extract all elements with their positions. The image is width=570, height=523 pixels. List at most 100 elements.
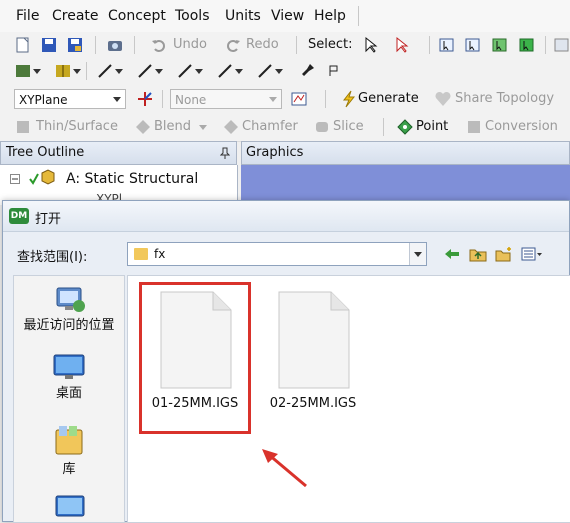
chevron-down-icon[interactable]: [198, 118, 208, 136]
chevron-down-icon[interactable]: [32, 62, 42, 80]
places-bar: 最近访问的位置 桌面 库: [13, 275, 125, 523]
chevron-down-icon[interactable]: [114, 62, 124, 80]
file-list: 01-25MM.IGS 02-25MM.IGS: [127, 275, 570, 523]
slice-button[interactable]: Slice: [333, 119, 364, 134]
slice-icon[interactable]: [313, 118, 331, 136]
tree-outline: A: Static Structural XYPl: [0, 165, 238, 206]
tree-root-item[interactable]: A: Static Structural: [66, 171, 198, 187]
up-folder-icon[interactable]: [469, 246, 487, 262]
share-topology-icon[interactable]: [434, 90, 452, 108]
dm-app-icon: DM: [9, 208, 29, 224]
conversion-button[interactable]: Conversion: [485, 119, 558, 134]
menu-tools[interactable]: Tools: [175, 8, 210, 24]
more-tools-icon[interactable]: [553, 36, 570, 54]
place-recent[interactable]: 最近访问的位置: [14, 282, 124, 334]
collapse-icon[interactable]: [10, 174, 20, 184]
recent-places-icon: [56, 287, 85, 312]
chevron-down-icon[interactable]: [72, 62, 82, 80]
standard-toolbar: Undo Redo Select:: [0, 32, 570, 59]
undo-icon[interactable]: [150, 36, 168, 54]
point-button[interactable]: Point: [416, 119, 448, 134]
line-tool-3-icon[interactable]: [216, 62, 234, 80]
file-item[interactable]: 01-25MM.IGS: [140, 290, 250, 411]
conversion-icon[interactable]: [465, 118, 483, 136]
chevron-down-icon[interactable]: [234, 62, 244, 80]
chamfer-icon[interactable]: [222, 118, 240, 136]
new-folder-icon[interactable]: [495, 246, 513, 262]
pin-icon[interactable]: [298, 62, 316, 80]
redo-button[interactable]: Redo: [246, 37, 279, 52]
back-arrow-icon[interactable]: [443, 246, 461, 262]
undo-button[interactable]: Undo: [173, 37, 207, 52]
place-recent-label: 最近访问的位置: [23, 318, 115, 333]
menu-file[interactable]: File: [16, 8, 39, 24]
new-sketch-icon[interactable]: [290, 90, 308, 108]
graphics-viewport[interactable]: [241, 165, 570, 205]
generic-file-icon: [160, 291, 232, 389]
line-tool-1-icon[interactable]: [136, 62, 154, 80]
computer-icon[interactable]: [52, 494, 88, 522]
chevron-down-icon: [414, 252, 422, 257]
point-flag-icon[interactable]: [324, 62, 342, 80]
place-desktop[interactable]: 桌面: [14, 352, 124, 402]
line-tool-x-icon[interactable]: [256, 62, 274, 80]
chevron-down-icon[interactable]: [154, 62, 164, 80]
select-body-icon[interactable]: [518, 36, 536, 54]
look-in-dropdown-button[interactable]: [409, 243, 426, 265]
thin-surface-icon[interactable]: [14, 118, 32, 136]
blend-icon[interactable]: [134, 118, 152, 136]
chevron-down-icon[interactable]: [274, 62, 284, 80]
pin-panel-icon[interactable]: [220, 147, 230, 159]
display-icon[interactable]: [54, 62, 72, 80]
line-tool-icon[interactable]: [96, 62, 114, 80]
point-icon[interactable]: [396, 118, 414, 136]
plane-select-value: XYPlane: [19, 93, 68, 107]
plane-select[interactable]: XYPlane: [14, 89, 126, 109]
menu-separator: [358, 6, 359, 26]
place-libraries[interactable]: 库: [14, 422, 124, 478]
sketch-select[interactable]: None: [170, 89, 282, 109]
select-face-icon[interactable]: [491, 36, 509, 54]
line-tool-2-icon[interactable]: [176, 62, 194, 80]
place-desktop-label: 桌面: [55, 386, 82, 401]
select-edge-icon[interactable]: [464, 36, 482, 54]
select-mode-icon[interactable]: [393, 36, 411, 54]
libraries-icon: [55, 426, 83, 455]
blend-button[interactable]: Blend: [154, 119, 191, 134]
chevron-down-icon[interactable]: [194, 62, 204, 80]
plane-toolbar: XYPlane None Generate Share Topology: [0, 86, 570, 115]
file-item[interactable]: 02-25MM.IGS: [258, 290, 368, 411]
redo-icon[interactable]: [224, 36, 242, 54]
select-label: Select:: [308, 37, 353, 52]
share-topology-button[interactable]: Share Topology: [455, 91, 554, 106]
menu-units[interactable]: Units: [225, 8, 261, 24]
chamfer-button[interactable]: Chamfer: [242, 119, 298, 134]
look-in-select[interactable]: fx: [127, 242, 427, 266]
tree-outline-title: Tree Outline: [6, 145, 85, 160]
static-structural-icon: [29, 169, 55, 185]
layout-icon[interactable]: [14, 62, 32, 80]
file-name: 02-25MM.IGS: [269, 396, 357, 411]
generate-button[interactable]: Generate: [358, 91, 419, 106]
menu-help[interactable]: Help: [314, 8, 346, 24]
menu-view[interactable]: View: [271, 8, 304, 24]
file-name: 01-25MM.IGS: [151, 396, 239, 411]
features-toolbar: Thin/Surface Blend Chamfer Slice Point C…: [0, 114, 570, 142]
save-as-icon[interactable]: [66, 36, 84, 54]
save-icon[interactable]: [40, 36, 58, 54]
view-menu-icon[interactable]: [521, 246, 543, 262]
generic-file-icon: [278, 291, 350, 389]
dialog-title: 打开: [35, 212, 62, 227]
generate-icon[interactable]: [340, 90, 358, 108]
open-file-dialog: DM 打开 查找范围(I): fx 最近访问的位置 桌面 库 01-25MM.I…: [2, 200, 570, 523]
red-arrow-annotation-icon: [262, 449, 307, 488]
new-plane-icon[interactable]: [136, 90, 154, 108]
camera-icon[interactable]: [106, 36, 124, 54]
menu-concept[interactable]: Concept: [108, 8, 166, 24]
select-cursor-icon[interactable]: [362, 36, 380, 54]
select-point-icon[interactable]: [438, 36, 456, 54]
menu-bar: File Create Concept Tools Units View Hel…: [0, 0, 570, 33]
menu-create[interactable]: Create: [52, 8, 99, 24]
thin-surface-button[interactable]: Thin/Surface: [36, 119, 118, 134]
new-icon[interactable]: [14, 36, 32, 54]
